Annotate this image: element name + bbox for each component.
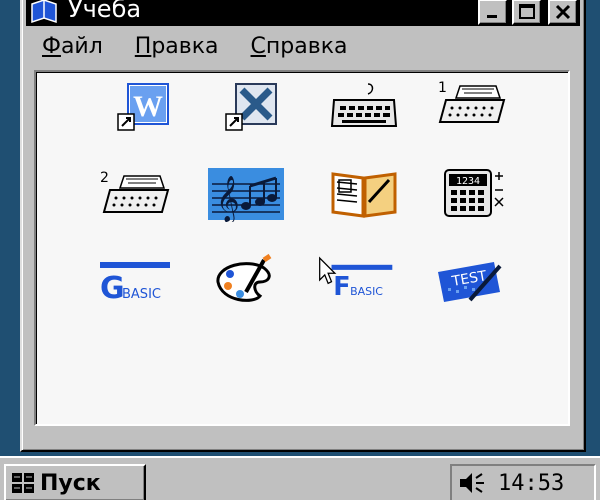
calculator-display: 1234 bbox=[456, 176, 480, 187]
fbasic-label: BASIC bbox=[350, 285, 383, 298]
system-tray: 14:53 bbox=[450, 464, 596, 500]
test-icon[interactable]: TEST bbox=[434, 250, 510, 310]
menu-file[interactable]: Файл bbox=[26, 34, 119, 59]
maximize-icon bbox=[519, 4, 535, 19]
menu-help-rest: правка bbox=[265, 33, 348, 59]
folder-book-icon bbox=[31, 0, 57, 24]
svg-text:𝄞: 𝄞 bbox=[216, 176, 240, 222]
typewriter-2-icon[interactable]: 2 bbox=[98, 164, 174, 224]
calculator-icon[interactable]: 1234 bbox=[434, 164, 510, 224]
start-button[interactable]: Пуск bbox=[4, 464, 146, 500]
paint-palette-icon[interactable] bbox=[208, 250, 284, 310]
minimize-button[interactable] bbox=[478, 0, 508, 25]
windows-logo-icon bbox=[12, 473, 34, 493]
fbasic-letter: F bbox=[333, 271, 350, 301]
maximize-button[interactable] bbox=[512, 0, 542, 25]
close-icon bbox=[555, 4, 571, 20]
speaker-icon[interactable] bbox=[458, 470, 488, 496]
menu-help-key: С bbox=[250, 33, 266, 59]
menu-file-rest: айл bbox=[60, 33, 103, 59]
taskbar: Пуск 14:53 bbox=[0, 456, 600, 500]
close-button[interactable] bbox=[548, 0, 578, 25]
clock[interactable]: 14:53 bbox=[498, 471, 564, 496]
open-book-icon[interactable] bbox=[326, 164, 402, 224]
typewriter-1-icon[interactable]: 1 bbox=[434, 76, 510, 136]
menu-edit[interactable]: Правка bbox=[119, 34, 235, 59]
window: Учеба Файл Правка Справка W 1 2 𝄞 1234 G… bbox=[20, 0, 586, 452]
folder-contents: W 1 2 𝄞 1234 G BASIC F BASIC TEST bbox=[34, 70, 570, 426]
window-title: Учеба bbox=[68, 0, 142, 23]
menu-edit-rest: равка bbox=[151, 33, 219, 59]
menu-bar: Файл Правка Справка bbox=[26, 26, 580, 66]
title-bar[interactable]: Учеба bbox=[26, 0, 580, 26]
menu-file-key: Ф bbox=[42, 33, 61, 59]
music-notes-icon[interactable]: 𝄞 bbox=[208, 164, 284, 224]
gbasic-label: BASIC bbox=[122, 287, 161, 302]
menu-edit-key: П bbox=[134, 33, 152, 59]
gbasic-icon[interactable]: G BASIC bbox=[98, 250, 174, 310]
excel-shortcut-icon[interactable] bbox=[216, 76, 292, 136]
minimize-icon bbox=[487, 15, 497, 18]
word-shortcut-icon[interactable]: W bbox=[108, 76, 184, 136]
menu-help[interactable]: Справка bbox=[235, 34, 364, 59]
svg-text:W: W bbox=[133, 90, 163, 123]
keyboard-trainer-icon[interactable] bbox=[326, 76, 402, 136]
start-label: Пуск bbox=[40, 470, 101, 496]
gbasic-letter: G bbox=[100, 271, 125, 306]
typewriter-1-number: 1 bbox=[438, 80, 447, 96]
typewriter-2-number: 2 bbox=[100, 170, 109, 186]
fbasic-icon[interactable]: F BASIC bbox=[318, 250, 394, 310]
